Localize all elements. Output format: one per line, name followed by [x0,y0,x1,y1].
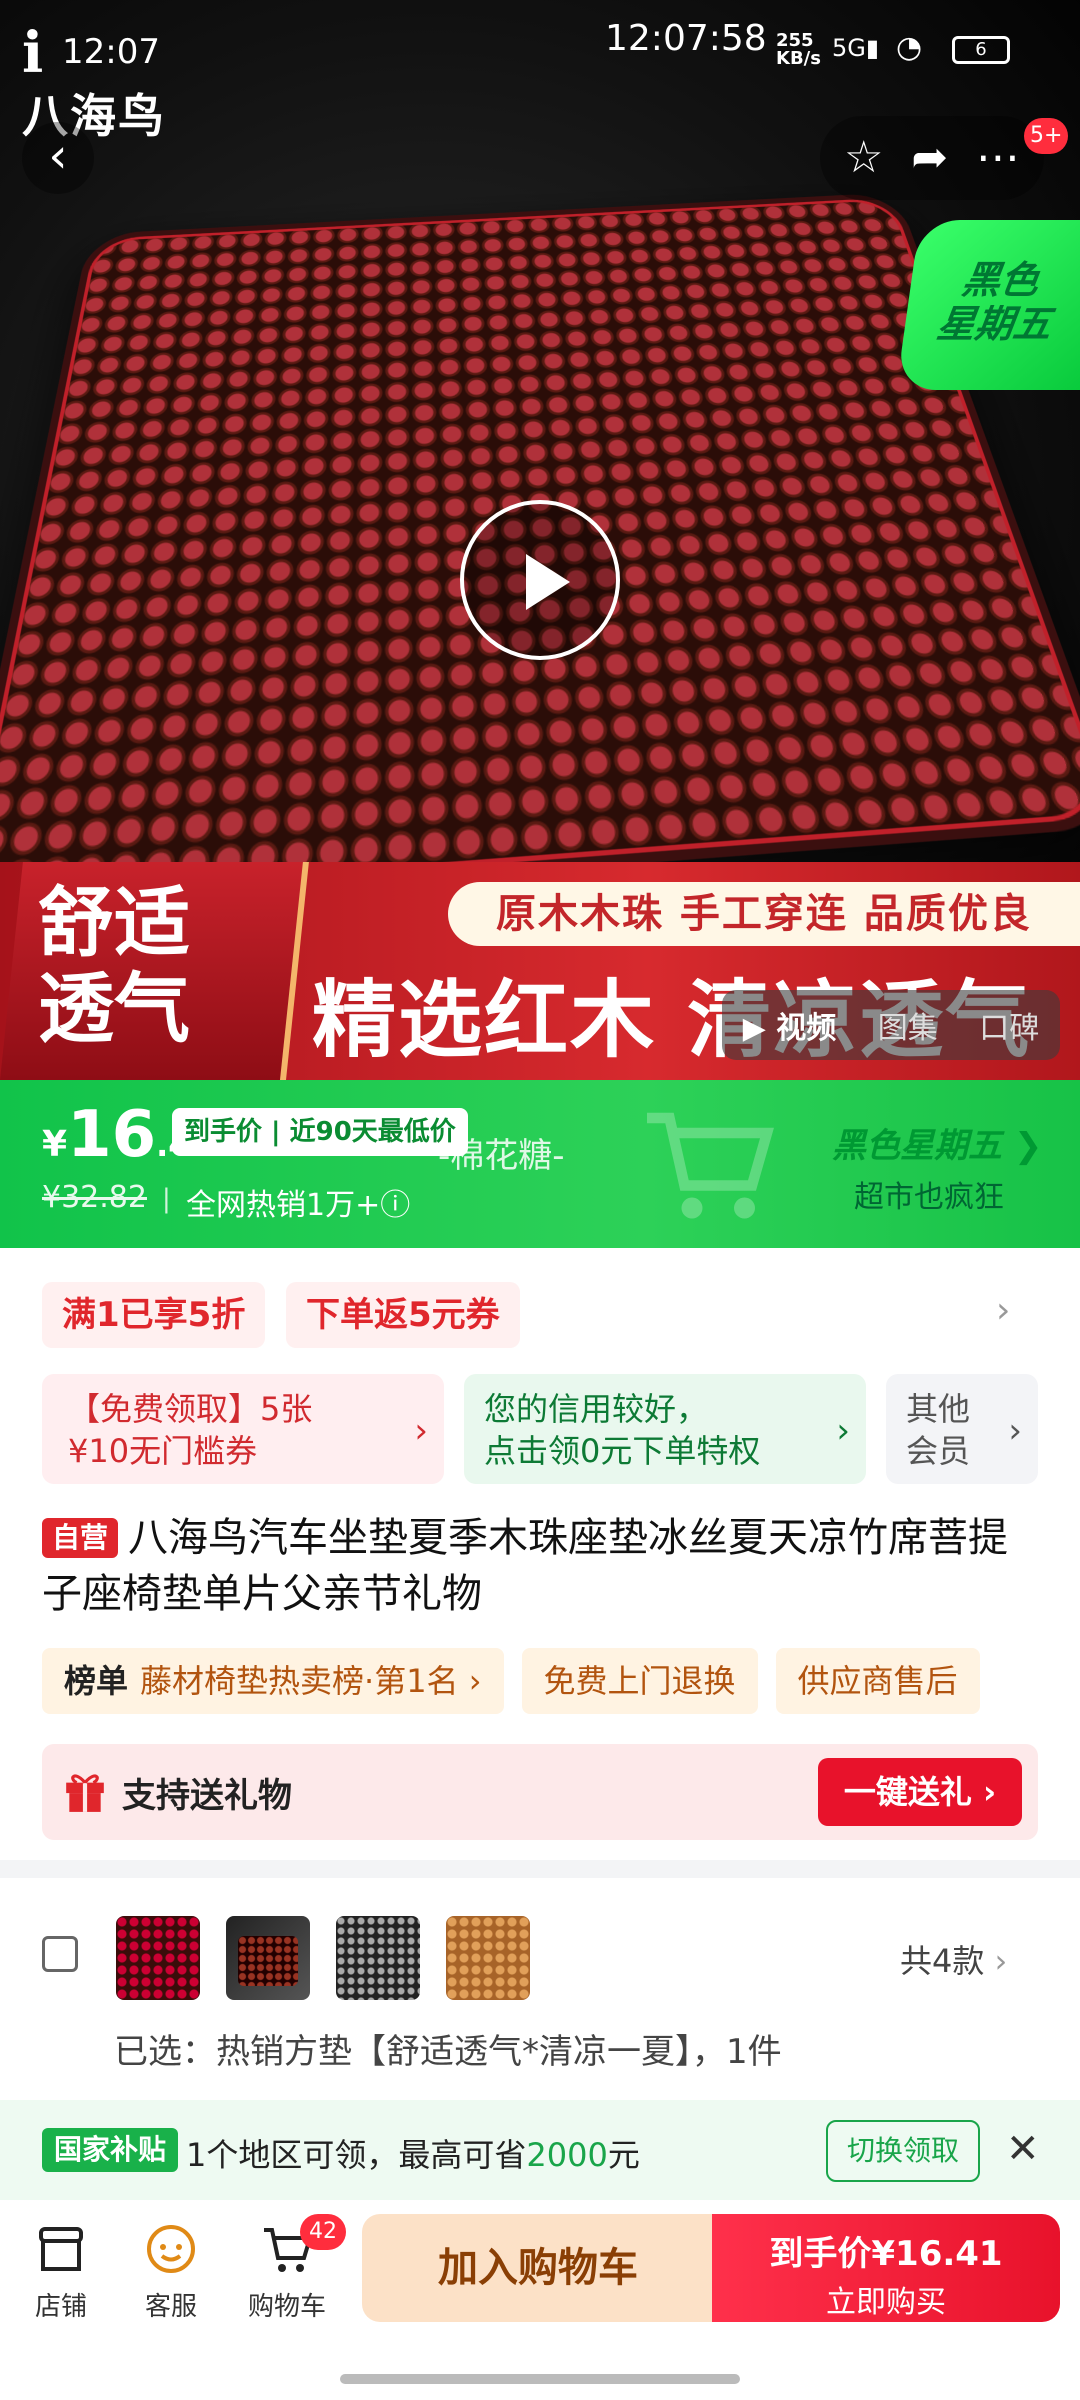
hero-side-label: 舒适 透气 [37,878,190,1053]
more-icon[interactable]: ⋯ [976,136,1020,180]
tab-video-label: 视频 [776,1011,837,1046]
home-indicator[interactable] [340,2374,740,2384]
subsidy-bar: 国家补贴 1个地区可领，最高可省2000元 切换领取 ✕ [0,2100,1080,2200]
campaign-subtitle: 超市也疯狂 [854,1180,1004,1215]
customer-service-label: 客服 [144,2292,197,2322]
close-icon[interactable]: ✕ [1006,2126,1040,2172]
other-member-text: 其他 会员 [906,1390,971,1470]
wifi-icon: ◔ [896,30,923,65]
price-separator: | [162,1184,171,1214]
product-title-text: 八海鸟汽车坐垫夏季木珠座垫冰丝夏天凉竹席菩提子座椅垫单片父亲节礼物 [42,1515,1009,1617]
price-currency: ¥ [42,1124,68,1165]
store-button[interactable]: 店铺 [6,2218,116,2323]
favorite-star-icon[interactable]: ☆ [844,136,883,180]
cart-count-badge: 42 [300,2214,346,2250]
product-title: 自营 八海鸟汽车坐垫夏季木珠座垫冰丝夏天凉竹席菩提子座椅垫单片父亲节礼物 [42,1510,1042,1622]
subsidy-amount: 2000 [526,2136,608,2174]
product-detail-page: 黑色 星期五 12:07 12:07:58 255 KB/s 5G▮ ◔ 6 i… [0,0,1080,2400]
play-video-button[interactable] [460,500,620,660]
price-bar: ¥16.41 到手价 | 近90天最低价 -棉花糖- ¥32.82 | 全网热销… [0,1080,1080,1248]
status-time: 12:07:58 [605,18,767,59]
gift-row: 支持送礼物 一键送礼 › [42,1744,1038,1840]
back-button[interactable]: ‹ [22,122,94,194]
switch-claim-button[interactable]: 切换领取 [826,2120,980,2182]
battery-icon: 6 [952,36,1010,64]
buy-now-button[interactable]: 到手价¥16.41 立即购买 [712,2214,1060,2322]
store-label: 店铺 [34,2292,87,2322]
original-price: ¥32.82 [42,1180,147,1215]
hero-promo-tag: 原木木珠 手工穿连 品质优良 [448,882,1080,946]
sku-thumbnail[interactable] [336,1916,420,2000]
buy-now-price: 到手价¥16.41 [769,2234,1003,2274]
chevron-right-icon: › [994,1942,1008,1980]
free-return-tag[interactable]: 免费上门退换 [521,1648,758,1714]
chevron-right-icon: › [414,1411,428,1451]
hero-side-label-box: 舒适 透气 [0,862,309,1080]
cart-button[interactable]: 购物车 42 [232,2214,346,2323]
ranking-tag[interactable]: 榜单 藤材椅垫热卖榜·第1名 › [42,1648,504,1714]
cashback-coupon[interactable]: 下单返5元券 [286,1282,520,1348]
more-badge: 5+ [1024,118,1069,154]
subsidy-message-prefix: 1个地区可领，最高可省 [186,2136,527,2174]
customer-service-icon [147,2225,195,2273]
watermark-text: -棉花糖- [438,1136,565,1176]
lowest-price-pill: 到手价 | 近90天最低价 [172,1108,468,1156]
battery-level: 6 [975,39,987,60]
tag-row: 榜单 藤材椅垫热卖榜·第1名 › 免费上门退换 供应商售后 [42,1648,980,1714]
sku-thumbnail[interactable] [446,1916,530,2000]
selected-sku[interactable]: 已选：热销方垫【舒适透气*清凉一夏】，1件 [114,2024,782,2073]
sku-count[interactable]: 共4款 › [900,1936,1007,1982]
supplier-aftersale-tag[interactable]: 供应商售后 [775,1648,980,1714]
free-coupon-text: 【免费领取】5张 ¥10无门槛券 [68,1390,313,1470]
coupons-chevron-icon[interactable]: › [996,1290,1010,1331]
send-gift-button[interactable]: 一键送礼 › [818,1758,1022,1826]
sold-count[interactable]: 全网热销1万+ⓘ [186,1180,410,1224]
media-tabs: ▶ 视频 图集 口碑 [722,990,1060,1060]
ranking-label: 榜单 [64,1662,129,1700]
section-divider [0,1860,1080,1878]
tab-reviews[interactable]: 口碑 [979,1003,1039,1047]
chevron-right-icon: › [836,1411,850,1451]
buy-now-label: 立即购买 [826,2285,946,2320]
self-operated-badge: 自营 [42,1518,119,1558]
gift-text: 支持送礼物 [122,1776,292,1816]
signal-icon: 5G▮ [832,34,880,62]
brand-logo-mark: i [22,20,44,86]
subsidy-message-suffix: 元 [607,2136,640,2174]
add-to-cart-button[interactable]: 加入购物车 [362,2214,714,2322]
subsidy-badge: 国家补贴 [42,2128,179,2172]
free-coupon-card[interactable]: 【免费领取】5张 ¥10无门槛券 › [42,1374,444,1484]
sku-count-text: 共4款 [900,1942,985,1980]
sku-thumbnail[interactable] [116,1916,200,2000]
bottom-action-bar: 店铺 客服 购物车 42 加入购物车 到手价¥16.41 立即购买 [0,2200,1080,2400]
subsidy-message: 1个地区可领，最高可省2000元 [186,2130,640,2176]
top-actions: ☆ ➦ ⋯ [820,116,1044,200]
store-icon [39,2227,83,2271]
chevron-right-icon: › [1008,1411,1022,1451]
tab-video[interactable]: ▶ 视频 [743,1003,837,1047]
black-friday-corner-badge: 黑色 星期五 [896,220,1080,390]
tab-gallery[interactable]: 图集 [878,1003,938,1047]
signal-label: 5G [832,34,866,62]
share-icon[interactable]: ➦ [911,136,948,180]
network-speed: 255 KB/s [776,30,821,69]
price-integer: 16 [67,1098,157,1172]
other-member-card[interactable]: 其他 会员 › [886,1374,1038,1484]
gift-icon [66,1774,104,1812]
sku-select-icon [42,1936,78,1972]
sku-thumbnail[interactable] [226,1916,310,2000]
credit-privilege-text: 您的信用较好， 点击领0元下单特权 [484,1390,761,1470]
cart-label: 购物车 [247,2292,326,2322]
cart-decoration-icon [647,1112,774,1219]
campaign-title[interactable]: 黑色星期五 ❯ [832,1118,1042,1167]
ranking-text: 藤材椅垫热卖榜·第1名 › [140,1662,482,1700]
customer-service-button[interactable]: 客服 [116,2218,226,2323]
discount-coupon[interactable]: 满1已享5折 [42,1282,266,1348]
credit-privilege-card[interactable]: 您的信用较好， 点击领0元下单特权 › [464,1374,866,1484]
